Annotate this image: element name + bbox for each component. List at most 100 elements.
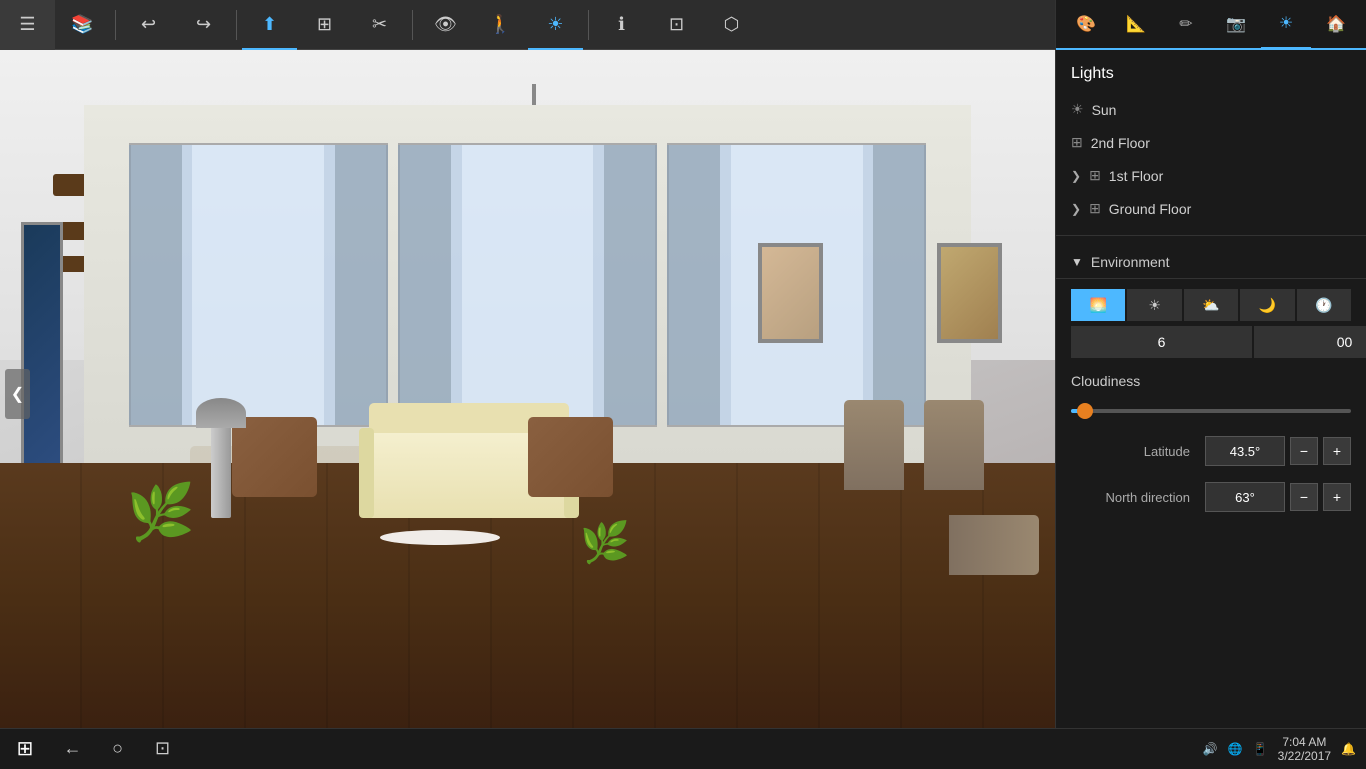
light-item-sun[interactable]: ☀ Sun [1056, 93, 1366, 126]
ruler-icon: 📐 [1126, 14, 1146, 34]
time-buttons-row: 🌅 ☀ ⛅ 🌙 🕐 [1071, 289, 1351, 321]
walk-icon: 🚶 [489, 14, 511, 35]
menu-button[interactable]: ☰ [0, 0, 55, 50]
sunrise-icon: 🌅 [1089, 297, 1106, 314]
time-input-row [1071, 326, 1351, 358]
collapse-icon: ▼ [1071, 255, 1083, 269]
cloudy-button[interactable]: ⛅ [1184, 289, 1238, 321]
window-light-1 [182, 145, 335, 425]
painting-right-2 [937, 243, 1002, 343]
cloudiness-slider[interactable] [1056, 394, 1366, 428]
time-hours-input[interactable] [1071, 326, 1252, 358]
time-display: 7:04 AM [1278, 735, 1331, 749]
taskbar-right: 🔊 🌐 📱 7:04 AM 3/22/2017 🔔 [1203, 735, 1366, 763]
latitude-increase-button[interactable]: + [1323, 437, 1351, 465]
select-button[interactable]: ⬆ [242, 0, 297, 50]
scissors-button[interactable]: ✂ [352, 0, 407, 50]
clock-button[interactable]: 🕐 [1297, 289, 1351, 321]
lamp-shade [196, 398, 246, 428]
1st-floor-label: 1st Floor [1109, 168, 1163, 184]
network-icon[interactable]: 🌐 [1228, 742, 1243, 756]
start-button[interactable]: ⊞ [0, 729, 50, 769]
environment-section: ▼ Environment 🌅 ☀ ⛅ 🌙 🕐 [1056, 236, 1366, 768]
painting-right-1 [758, 243, 823, 343]
lights-title: Lights [1056, 60, 1366, 93]
info-button[interactable]: ℹ [594, 0, 649, 50]
pencil-icon: ✏ [1179, 14, 1192, 34]
latitude-label: Latitude [1071, 444, 1200, 459]
view-button[interactable]: 👁 [418, 0, 473, 50]
camera-icon: 📷 [1226, 14, 1246, 34]
1st-floor-expand-icon: ❯ [1071, 169, 1081, 183]
separator-2 [236, 10, 237, 40]
house-icon: 🏠 [1326, 14, 1346, 34]
taskbar: ⊞ ← ○ ⊡ 🔊 🌐 📱 7:04 AM 3/22/2017 🔔 [0, 728, 1366, 768]
panel-paint-button[interactable]: 🎨 [1061, 0, 1111, 49]
nav-arrow-left[interactable]: ❮ [5, 369, 30, 419]
window-2 [398, 143, 657, 427]
sun-light-label: Sun [1092, 102, 1117, 118]
frame-button[interactable]: ⊡ [649, 0, 704, 50]
frame-icon: ⊡ [669, 14, 684, 35]
circle-button[interactable]: ○ [95, 729, 140, 769]
separator-1 [115, 10, 116, 40]
latitude-decrease-button[interactable]: − [1290, 437, 1318, 465]
north-direction-input[interactable] [1205, 482, 1285, 512]
environment-header[interactable]: ▼ Environment [1056, 246, 1366, 279]
library-button[interactable]: 📚 [55, 0, 110, 50]
right-panel: 🎨 📐 ✏ 📷 ☀ 🏠 Lights ☀ Sun ⊞ 2nd Floor [1055, 0, 1366, 768]
floor-lamp [211, 418, 231, 518]
back-button[interactable]: ← [50, 729, 95, 769]
plant-1 [127, 465, 167, 545]
north-direction-label: North direction [1071, 490, 1200, 505]
taskbar-time: 7:04 AM 3/22/2017 [1278, 735, 1331, 763]
keyboard-icon[interactable]: 📱 [1253, 742, 1268, 756]
light-item-2nd-floor[interactable]: ⊞ 2nd Floor [1056, 126, 1366, 159]
panel-toolbar: 🎨 📐 ✏ 📷 ☀ 🏠 [1056, 0, 1366, 50]
cloudy-icon: ⛅ [1202, 297, 1219, 314]
cloudiness-label: Cloudiness [1056, 363, 1366, 394]
walk-button[interactable]: 🚶 [473, 0, 528, 50]
ground-floor-expand-icon: ❯ [1071, 202, 1081, 216]
panel-camera-button[interactable]: 📷 [1211, 0, 1261, 49]
brightness-icon: ☀ [1279, 13, 1293, 33]
2nd-floor-icon: ⊞ [1071, 134, 1083, 151]
panel-pencil-button[interactable]: ✏ [1161, 0, 1211, 49]
north-increase-button[interactable]: + [1323, 483, 1351, 511]
ground-floor-label: Ground Floor [1109, 201, 1191, 217]
panel-brightness-button[interactable]: ☀ [1261, 0, 1311, 49]
window-1 [129, 143, 388, 427]
north-decrease-button[interactable]: − [1290, 483, 1318, 511]
cube-button[interactable]: ⬡ [704, 0, 759, 50]
transform-button[interactable]: ⊞ [297, 0, 352, 50]
speaker-icon[interactable]: 🔊 [1203, 742, 1218, 756]
library-icon: 📚 [71, 14, 93, 35]
lights-section: Lights ☀ Sun ⊞ 2nd Floor ❯ ⊞ 1st Floor ❯… [1056, 50, 1366, 236]
slider-thumb[interactable] [1077, 403, 1093, 419]
task-view-button[interactable]: ⊡ [140, 729, 185, 769]
sofa-arm-left [359, 428, 374, 518]
panel-ruler-button[interactable]: 📐 [1111, 0, 1161, 49]
top-toolbar: ☰ 📚 ↩ ↪ ⬆ ⊞ ✂ 👁 🚶 ☀ ℹ ⊡ ⬡ [0, 0, 1055, 50]
redo-button[interactable]: ↪ [176, 0, 231, 50]
day-button[interactable]: ☀ [1127, 289, 1181, 321]
notification-icon[interactable]: 🔔 [1341, 742, 1356, 756]
panel-house-button[interactable]: 🏠 [1311, 0, 1361, 49]
2nd-floor-label: 2nd Floor [1091, 135, 1150, 151]
light-item-ground-floor[interactable]: ❯ ⊞ Ground Floor [1056, 192, 1366, 225]
menu-icon: ☰ [19, 14, 35, 35]
viewport[interactable]: ❮ [0, 50, 1055, 738]
time-minutes-input[interactable] [1254, 326, 1366, 358]
task-view-icon: ⊡ [155, 738, 170, 759]
clock-icon: 🕐 [1315, 297, 1332, 314]
sunrise-button[interactable]: 🌅 [1071, 289, 1125, 321]
night-button[interactable]: 🌙 [1240, 289, 1294, 321]
sun-button[interactable]: ☀ [528, 0, 583, 50]
undo-button[interactable]: ↩ [121, 0, 176, 50]
circle-icon: ○ [112, 738, 123, 759]
latitude-input[interactable] [1205, 436, 1285, 466]
cube-icon: ⬡ [724, 14, 740, 35]
paint-icon: 🎨 [1076, 14, 1096, 34]
light-item-1st-floor[interactable]: ❯ ⊞ 1st Floor [1056, 159, 1366, 192]
plant-2 [580, 506, 610, 566]
